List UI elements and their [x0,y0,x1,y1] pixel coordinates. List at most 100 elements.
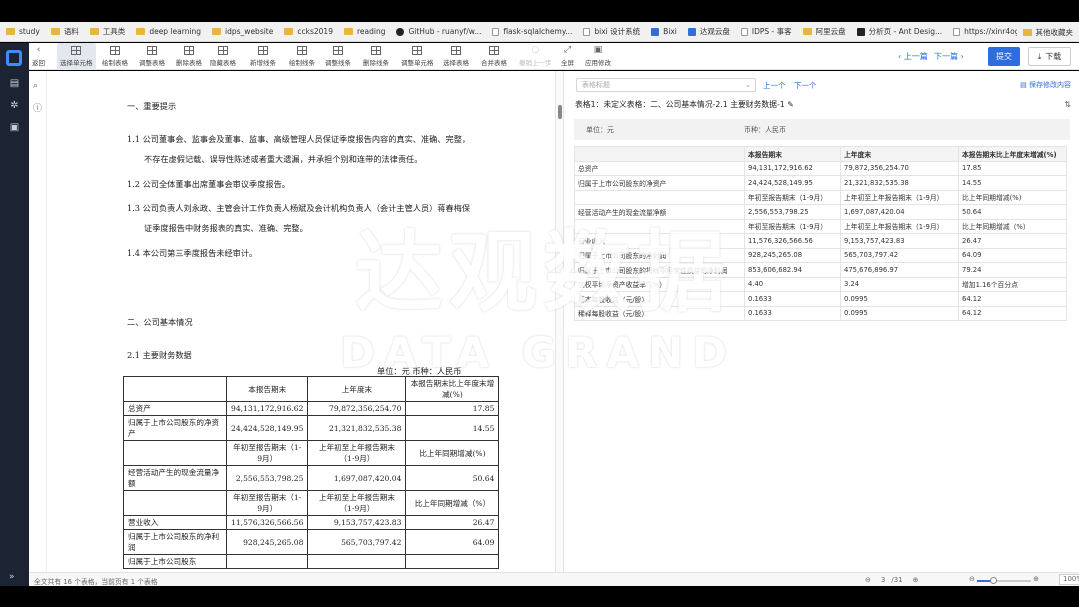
table-cell[interactable] [574,218,745,234]
toolbar-item[interactable]: 新增线条 [247,43,279,70]
table-cell[interactable]: 上年度末 [307,376,407,402]
table-cell[interactable]: 比上年同期增减(%) [958,189,1067,205]
table-cell[interactable]: 9,153,757,423.83 [840,233,959,249]
zoom-out-icon[interactable]: ⊖ [969,575,975,583]
page-current[interactable]: 3 [881,576,885,584]
table-cell[interactable]: 归属于上市公司股东的净资产 [574,175,745,191]
other-bookmarks[interactable]: 其他收藏夹 [1016,22,1073,41]
table-cell[interactable]: 经营活动产生的现金流量净额 [123,465,227,491]
table-cell[interactable]: 加权平均净资产收益率（%） [574,276,745,292]
table-cell[interactable]: 年初至报告期末（1-9月） [744,218,841,234]
table-cell[interactable]: 年初至报告期末（1-9月） [225,440,309,466]
table-cell[interactable]: 64.09 [958,247,1067,263]
table-cell[interactable]: 经营活动产生的现金流量净额 [574,204,745,220]
table-cell[interactable]: 64.09 [405,529,500,555]
table-cell[interactable]: 归属于上市公司股东的净利润 [123,529,227,555]
table-cell[interactable]: 565,703,797.42 [840,247,959,263]
table-cell[interactable]: 94,131,172,916.62 [744,160,841,176]
table-cell[interactable]: 79.24 [958,262,1067,278]
table-cell[interactable]: 853,606,682.94 [744,262,841,278]
table-cell[interactable] [574,146,745,162]
table-cell[interactable]: 比上年同期增减（%） [958,218,1067,234]
bookmark-item[interactable]: 分析页 - Ant Desig... [856,26,942,37]
table-cell[interactable]: 上年初至上年报告期末（1-9月） [840,189,959,205]
toolbar-item[interactable]: ⤢ 全屏 [558,43,577,70]
table-cell[interactable] [123,376,227,402]
table-cell[interactable]: 归属于上市公司股东的扣除非经常性损益的净利润 [574,262,745,278]
toolbar-item[interactable]: 调整单元格 [398,43,437,70]
bookmark-item[interactable]: idps_website [212,27,273,36]
table-cell[interactable] [123,440,227,466]
prev-document-link[interactable]: ‹ 上一篇 [898,51,928,62]
toolbar-item[interactable]: 绘制表格 [99,43,131,70]
toolbar-item[interactable]: 调整表格 [136,43,168,70]
table-cell[interactable]: 营业收入 [574,233,745,249]
bookmark-item[interactable]: 工具类 [89,26,125,37]
bookmark-item[interactable]: GitHub - ruanyf/w... [396,27,481,36]
table-cell[interactable]: 0.0995 [840,291,959,307]
table-cell[interactable]: 17.85 [958,160,1067,176]
info-icon[interactable]: ⓘ [33,101,42,114]
table-cell[interactable]: 本报告期末 [225,376,309,402]
financial-table[interactable]: 本报告期末 上年度末 本报告期末比上年度末增减(%) 总资产 94,131,17… [123,376,500,569]
table-cell[interactable]: 2,556,553,798.25 [225,465,309,491]
bookmark-item[interactable]: flask-sqlalchemy... [492,27,572,36]
table-cell[interactable]: 上年度末 [840,146,959,162]
table-cell[interactable]: 本报告期末比上年度末增减(%) [405,376,500,402]
page-next-icon[interactable]: ⊕ [913,576,919,584]
table-cell[interactable]: 14.55 [958,175,1067,191]
table-cell[interactable]: 稀释每股收益（元/股） [574,305,745,321]
zoom-knob[interactable] [990,577,998,584]
table-cell[interactable]: 本报告期末 [744,146,841,162]
edit-icon[interactable]: ✎ [787,100,794,109]
save-changes-link[interactable]: ▤ 保存修改内容 [1020,80,1071,90]
table-cell[interactable]: 21,321,832,535.38 [840,175,959,191]
table-cell[interactable]: 94,131,172,916.62 [225,401,309,416]
table-cell[interactable]: 1,697,087,420.04 [840,204,959,220]
bookmark-item[interactable]: Bixi [651,27,677,36]
page-prev-icon[interactable]: ⊖ [865,576,871,584]
table-cell[interactable]: 归属于上市公司股东的净资产 [123,415,227,441]
table-cell[interactable]: 年初至报告期末（1-9月） [744,189,841,205]
bookmark-item[interactable]: bixi 设计系统 [583,26,640,37]
table-cell[interactable]: 4.40 [744,276,841,292]
scrollbar-thumb[interactable] [558,105,562,119]
table-cell[interactable]: 26.47 [958,233,1067,249]
table-cell[interactable]: 50.64 [958,204,1067,220]
next-document-link[interactable]: 下一篇 › [934,51,964,62]
table-cell[interactable]: 1,697,087,420.04 [307,465,407,491]
table-cell[interactable]: 增加1.16个百分点 [958,276,1067,292]
table-cell[interactable]: 0.1633 [744,305,841,321]
table-title-select[interactable]: 表格标题 ⌄ [576,78,756,92]
table-cell[interactable]: 50.64 [405,465,500,491]
table-cell[interactable]: 565,703,797.42 [307,529,407,555]
database-icon[interactable]: ▤ [9,78,20,89]
bookmark-item[interactable]: reading [343,27,385,36]
bookmark-item[interactable]: IDPS - 事客 [740,26,792,37]
table-cell[interactable]: 0.1633 [744,291,841,307]
toolbar-item[interactable]: ▣ 应用修改 [582,43,614,70]
zoom-select[interactable]: 100%⌄ [1059,574,1079,585]
table-cell[interactable]: 79,872,356,254.70 [840,160,959,176]
bookmark-item[interactable]: ccks2019 [284,27,333,36]
table-cell[interactable]: 年初至报告期末（1-9月） [225,490,309,516]
document-icon[interactable]: ▣ [9,122,20,133]
table-cell[interactable]: 归属于上市公司股东的净利润 [574,247,745,263]
expand-sidebar-icon[interactable]: » [9,572,15,582]
toolbar-item[interactable]: 调整线条 [322,43,354,70]
bookmark-item[interactable]: 阿里云盘 [802,26,846,37]
toolbar-item[interactable]: 选择表格 [440,43,472,70]
table-cell[interactable]: 64.12 [958,291,1067,307]
submit-button[interactable]: 提交 [988,47,1020,66]
prev-table-link[interactable]: 上一个 [763,80,786,91]
zoom-slider[interactable]: ⊖ ⊕ [969,575,1039,585]
upload-download-icon[interactable]: ⇅ [1064,100,1071,109]
table-cell[interactable]: 26.47 [405,515,500,530]
table-cell[interactable]: 9,153,757,423.83 [307,515,407,530]
table-cell[interactable]: 0.0995 [840,305,959,321]
table-cell[interactable]: 3.24 [840,276,959,292]
next-table-link[interactable]: 下一个 [794,80,817,91]
table-cell[interactable]: 64.12 [958,305,1067,321]
search-icon[interactable]: ⌕ [33,81,38,91]
toolbar-item[interactable]: 绘制线条 [286,43,318,70]
